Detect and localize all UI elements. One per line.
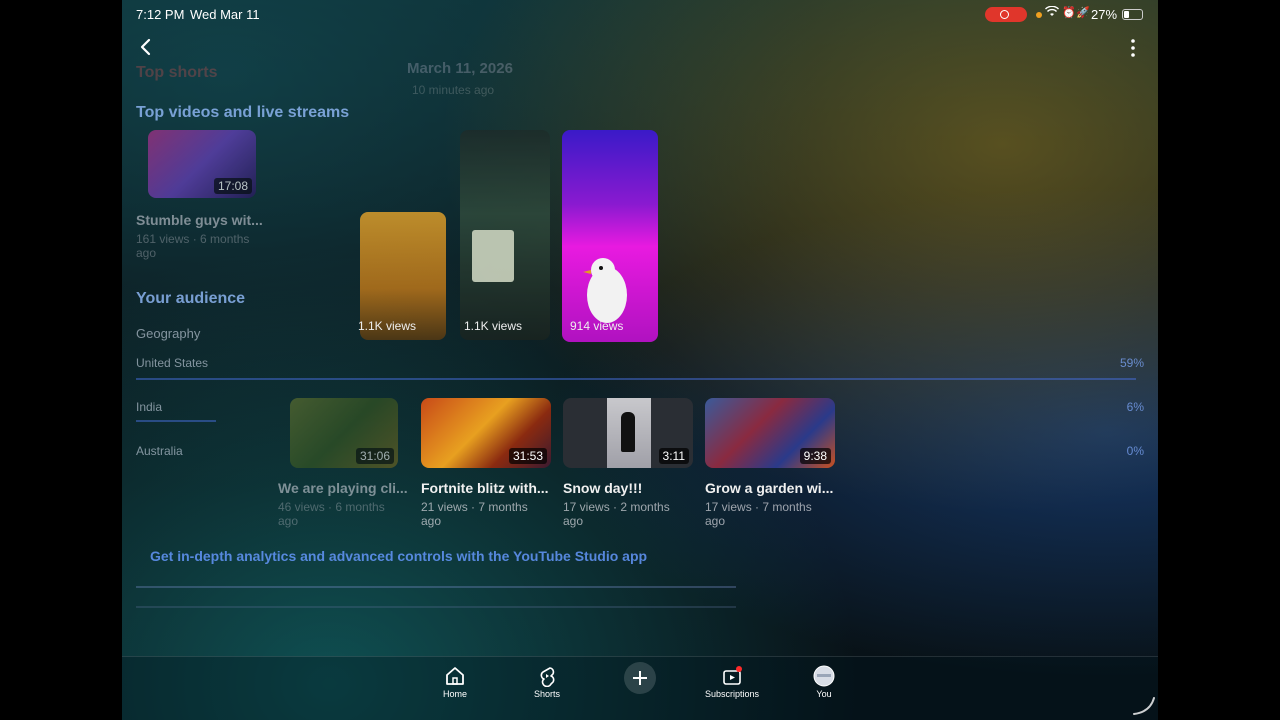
geo-country-1: United States	[136, 356, 209, 370]
video-meta-4: 17 views · 7 months ago	[705, 500, 812, 528]
video-thumbnail-2[interactable]: 31:53	[421, 398, 551, 468]
app-screen: 7:12 PM Wed Mar 11 ⏰ 🚀 27% March 11, 202…	[122, 0, 1158, 720]
status-time: 7:12 PM	[136, 7, 185, 22]
studio-app-banner[interactable]: Get in-depth analytics and advanced cont…	[150, 548, 647, 564]
back-arrow-icon[interactable]	[136, 36, 158, 58]
home-indicator-corner-icon	[1133, 697, 1155, 715]
geo-pct-2: 6%	[1126, 400, 1144, 414]
battery-icon	[1122, 9, 1143, 20]
nav-shorts[interactable]: Shorts	[512, 665, 582, 699]
nav-home-label: Home	[442, 689, 467, 699]
video-meta-3: 17 views · 2 months ago	[563, 500, 670, 528]
video-thumbnail-4[interactable]: 9:38	[705, 398, 835, 468]
nav-shorts-label: Shorts	[533, 689, 560, 699]
alarm-icon: ⏰	[1062, 7, 1076, 19]
ghost-video-meta: 161 views · 6 months ago	[136, 232, 250, 260]
short-views-1: 1.1K views	[358, 319, 417, 333]
short-views-3: 914 views	[570, 319, 624, 333]
subscriptions-icon	[723, 666, 742, 685]
ghost-video-thumbnail[interactable]: 17:08	[148, 130, 256, 198]
create-plus-button[interactable]	[624, 662, 656, 694]
video-meta-2: 21 views · 7 months ago	[421, 500, 528, 528]
video-title-1[interactable]: We are playing cli...	[278, 480, 408, 496]
wifi-icon	[1045, 5, 1059, 21]
nav-you[interactable]: You	[789, 665, 859, 699]
nav-you-label: You	[816, 689, 832, 699]
home-icon	[446, 667, 464, 685]
avatar	[813, 665, 835, 687]
video-title-3[interactable]: Snow day!!!	[563, 480, 693, 496]
bottom-nav: Home Shorts Subscriptions You	[122, 656, 1158, 720]
ghost-streak	[136, 586, 736, 588]
short-thumbnail-3[interactable]	[562, 130, 658, 342]
ghost-streak	[136, 606, 736, 608]
geo-bar-1	[136, 378, 1136, 380]
status-bar: 7:12 PM Wed Mar 11 ⏰ 🚀 27%	[122, 0, 1158, 28]
ghost-top-shorts: Top shorts	[136, 64, 218, 81]
geography-label: Geography	[136, 326, 201, 341]
nav-home[interactable]: Home	[420, 665, 490, 699]
short-views-2: 1.1K views	[464, 319, 523, 333]
geo-pct-1: 59%	[1119, 356, 1144, 370]
section-audience-title: Your audience	[136, 290, 246, 307]
video-duration-3: 3:11	[658, 448, 689, 464]
section-top-videos-title: Top videos and live streams	[136, 104, 350, 121]
ghost-time-ago: 10 minutes ago	[412, 83, 495, 97]
video-thumbnail-3[interactable]: 3:11	[563, 398, 693, 468]
video-title-2[interactable]: Fortnite blitz with...	[421, 480, 551, 496]
ghost-video-duration: 17:08	[213, 178, 252, 194]
geo-country-2: India	[136, 400, 163, 414]
ghost-date: March 11, 2026	[407, 60, 513, 77]
privacy-dot-icon	[1036, 12, 1042, 18]
shorts-icon	[540, 667, 555, 687]
video-meta-1: 46 views · 6 months ago	[278, 500, 385, 528]
video-title-4[interactable]: Grow a garden wi...	[705, 480, 835, 496]
status-date: Wed Mar 11	[190, 7, 260, 22]
short-thumbnail-2[interactable]	[460, 130, 550, 340]
video-duration-4: 9:38	[799, 448, 831, 464]
nav-subscriptions[interactable]: Subscriptions	[697, 665, 767, 699]
rocket-icon: 🚀	[1076, 7, 1090, 19]
ghost-video-title[interactable]: Stumble guys wit...	[136, 212, 266, 228]
video-duration-2: 31:53	[508, 448, 547, 464]
geo-country-3: Australia	[136, 444, 183, 458]
battery-percent: 27%	[1091, 7, 1118, 22]
geo-bar-2	[136, 420, 216, 422]
nav-subscriptions-label: Subscriptions	[704, 689, 760, 699]
screen-record-icon[interactable]	[985, 7, 1027, 22]
video-thumbnail-1[interactable]: 31:06	[290, 398, 398, 468]
more-options-icon[interactable]	[1124, 37, 1142, 59]
video-duration-1: 31:06	[355, 448, 394, 464]
geo-pct-3: 0%	[1126, 444, 1144, 458]
